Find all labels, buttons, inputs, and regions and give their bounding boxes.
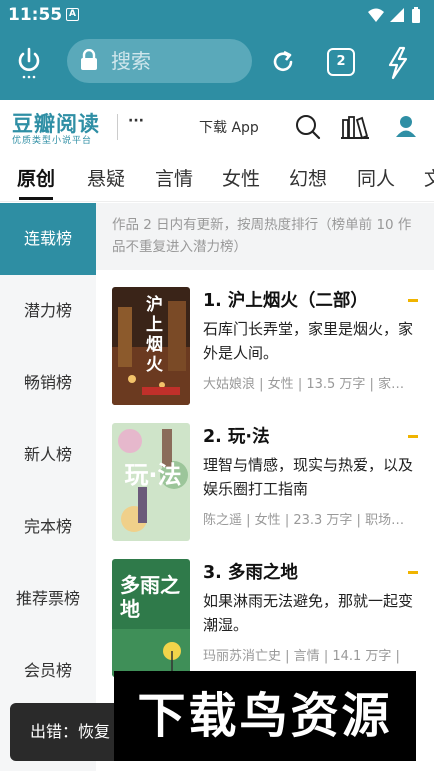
rank-change-indicator bbox=[408, 435, 418, 438]
power-icon[interactable] bbox=[14, 46, 44, 80]
book-word-count: 13.5 万字 bbox=[306, 377, 366, 392]
book-cover[interactable]: 沪上烟火 bbox=[112, 287, 190, 405]
tab-original[interactable]: 原创 bbox=[17, 164, 55, 200]
bookshelf-icon[interactable] bbox=[339, 114, 371, 144]
tab-romance[interactable]: 言情 bbox=[155, 164, 193, 191]
search-icon[interactable] bbox=[295, 114, 321, 144]
lock-icon bbox=[79, 48, 99, 75]
more-menu-button[interactable]: ··· bbox=[128, 113, 144, 129]
browser-toolbar: 2 bbox=[0, 30, 434, 100]
book-title[interactable]: 2. 玩·法 bbox=[203, 423, 270, 448]
book-genre: 言情 bbox=[293, 649, 320, 664]
ranking-nav: 连载榜 潜力榜 畅销榜 新人榜 完本榜 推荐票榜 会员榜 bbox=[0, 203, 96, 771]
nav-completed-rank[interactable]: 完本榜 bbox=[0, 491, 96, 563]
book-cover-title: 玩·法 bbox=[124, 461, 182, 489]
book-author[interactable]: 陈之遥 bbox=[203, 513, 242, 528]
battery-icon bbox=[412, 9, 420, 23]
rank-change-indicator bbox=[408, 299, 418, 302]
notification-icon: A bbox=[66, 8, 79, 21]
header-divider bbox=[117, 114, 118, 140]
status-time: 11:55 bbox=[8, 5, 63, 25]
list-item[interactable]: 玩·法 2. 玩·法 理智与情感，现实与热爱，以及娱乐圈打工指南 陈之遥 | 女… bbox=[96, 406, 434, 542]
book-meta: 大姑娘浪 | 女性 | 13.5 万字 | 家… bbox=[203, 377, 405, 392]
list-item[interactable]: 多雨之地 3. 多雨之地 如果淋雨无法避免，那就一起变潮湿。 玛丽苏消亡史 | … bbox=[96, 542, 434, 678]
site-header: 豆瓣阅读 优质类型小说平台 ··· 下载 App bbox=[0, 100, 434, 154]
tab-fantasy[interactable]: 幻想 bbox=[289, 164, 327, 191]
tab-female[interactable]: 女性 bbox=[222, 164, 260, 191]
status-icons bbox=[366, 6, 426, 28]
book-description: 石库门长弄堂，家里是烟火，家外是人间。 bbox=[203, 320, 414, 362]
watermark-overlay: 下载鸟资源 bbox=[114, 671, 416, 761]
download-app-link[interactable]: 下载 App bbox=[199, 117, 259, 137]
list-item[interactable]: 沪上烟火 1. 沪上烟火（二部） 石库门长弄堂，家里是烟火，家外是人间。 大姑娘… bbox=[96, 270, 434, 406]
tabs-count-button[interactable]: 2 bbox=[327, 48, 355, 76]
book-title[interactable]: 3. 多雨之地 bbox=[203, 559, 298, 584]
book-author[interactable]: 大姑娘浪 bbox=[203, 377, 255, 392]
book-description: 理智与情感，现实与热爱，以及娱乐圈打工指南 bbox=[203, 456, 414, 498]
status-bar: 11:55 A bbox=[0, 0, 434, 30]
nav-potential-rank[interactable]: 潜力榜 bbox=[0, 275, 96, 347]
signal-icon bbox=[390, 8, 404, 22]
book-genre: 女性 bbox=[267, 377, 294, 392]
wifi-icon bbox=[368, 8, 384, 22]
book-cover-title: 沪上烟火 bbox=[146, 295, 163, 375]
book-cover-title: 多雨之地 bbox=[120, 573, 180, 621]
book-meta: 玛丽苏消亡史 | 言情 | 14.1 万字 | bbox=[203, 649, 400, 664]
tab-fanfic[interactable]: 同人 bbox=[357, 164, 395, 191]
book-tag: 职场… bbox=[365, 513, 405, 528]
book-cover[interactable]: 玩·法 bbox=[112, 423, 190, 541]
category-tabs: 原创 悬疑 言情 女性 幻想 同人 文 bbox=[0, 154, 434, 202]
book-word-count: 14.1 万字 bbox=[332, 649, 392, 664]
book-cover[interactable]: 多雨之地 bbox=[112, 559, 190, 677]
nav-serial-rank[interactable]: 连载榜 bbox=[0, 203, 96, 275]
refresh-icon[interactable] bbox=[270, 49, 296, 79]
book-tag: 家… bbox=[378, 377, 405, 392]
nav-bestseller-rank[interactable]: 畅销榜 bbox=[0, 347, 96, 419]
nav-newcomer-rank[interactable]: 新人榜 bbox=[0, 419, 96, 491]
tab-suspense[interactable]: 悬疑 bbox=[87, 164, 125, 191]
book-title[interactable]: 1. 沪上烟火（二部） bbox=[203, 287, 368, 312]
flash-icon[interactable] bbox=[386, 46, 410, 84]
book-word-count: 23.3 万字 bbox=[293, 513, 353, 528]
ranking-notice: 作品 2 日内有更新，按周热度排行（榜单前 10 作品不重复进入潜力榜） bbox=[96, 203, 434, 270]
nav-member-rank[interactable]: 会员榜 bbox=[0, 635, 96, 707]
book-meta: 陈之遥 | 女性 | 23.3 万字 | 职场… bbox=[203, 513, 405, 528]
rank-change-indicator bbox=[408, 571, 418, 574]
tab-literature[interactable]: 文 bbox=[424, 164, 434, 191]
address-bar[interactable] bbox=[67, 39, 252, 83]
book-genre: 女性 bbox=[254, 513, 281, 528]
book-description: 如果淋雨无法避免，那就一起变潮湿。 bbox=[203, 592, 414, 634]
book-author[interactable]: 玛丽苏消亡史 bbox=[203, 649, 281, 664]
site-logo-subtitle: 优质类型小说平台 bbox=[12, 136, 93, 146]
user-icon[interactable] bbox=[395, 114, 417, 142]
nav-vote-rank[interactable]: 推荐票榜 bbox=[0, 563, 96, 635]
search-input[interactable] bbox=[111, 45, 241, 77]
